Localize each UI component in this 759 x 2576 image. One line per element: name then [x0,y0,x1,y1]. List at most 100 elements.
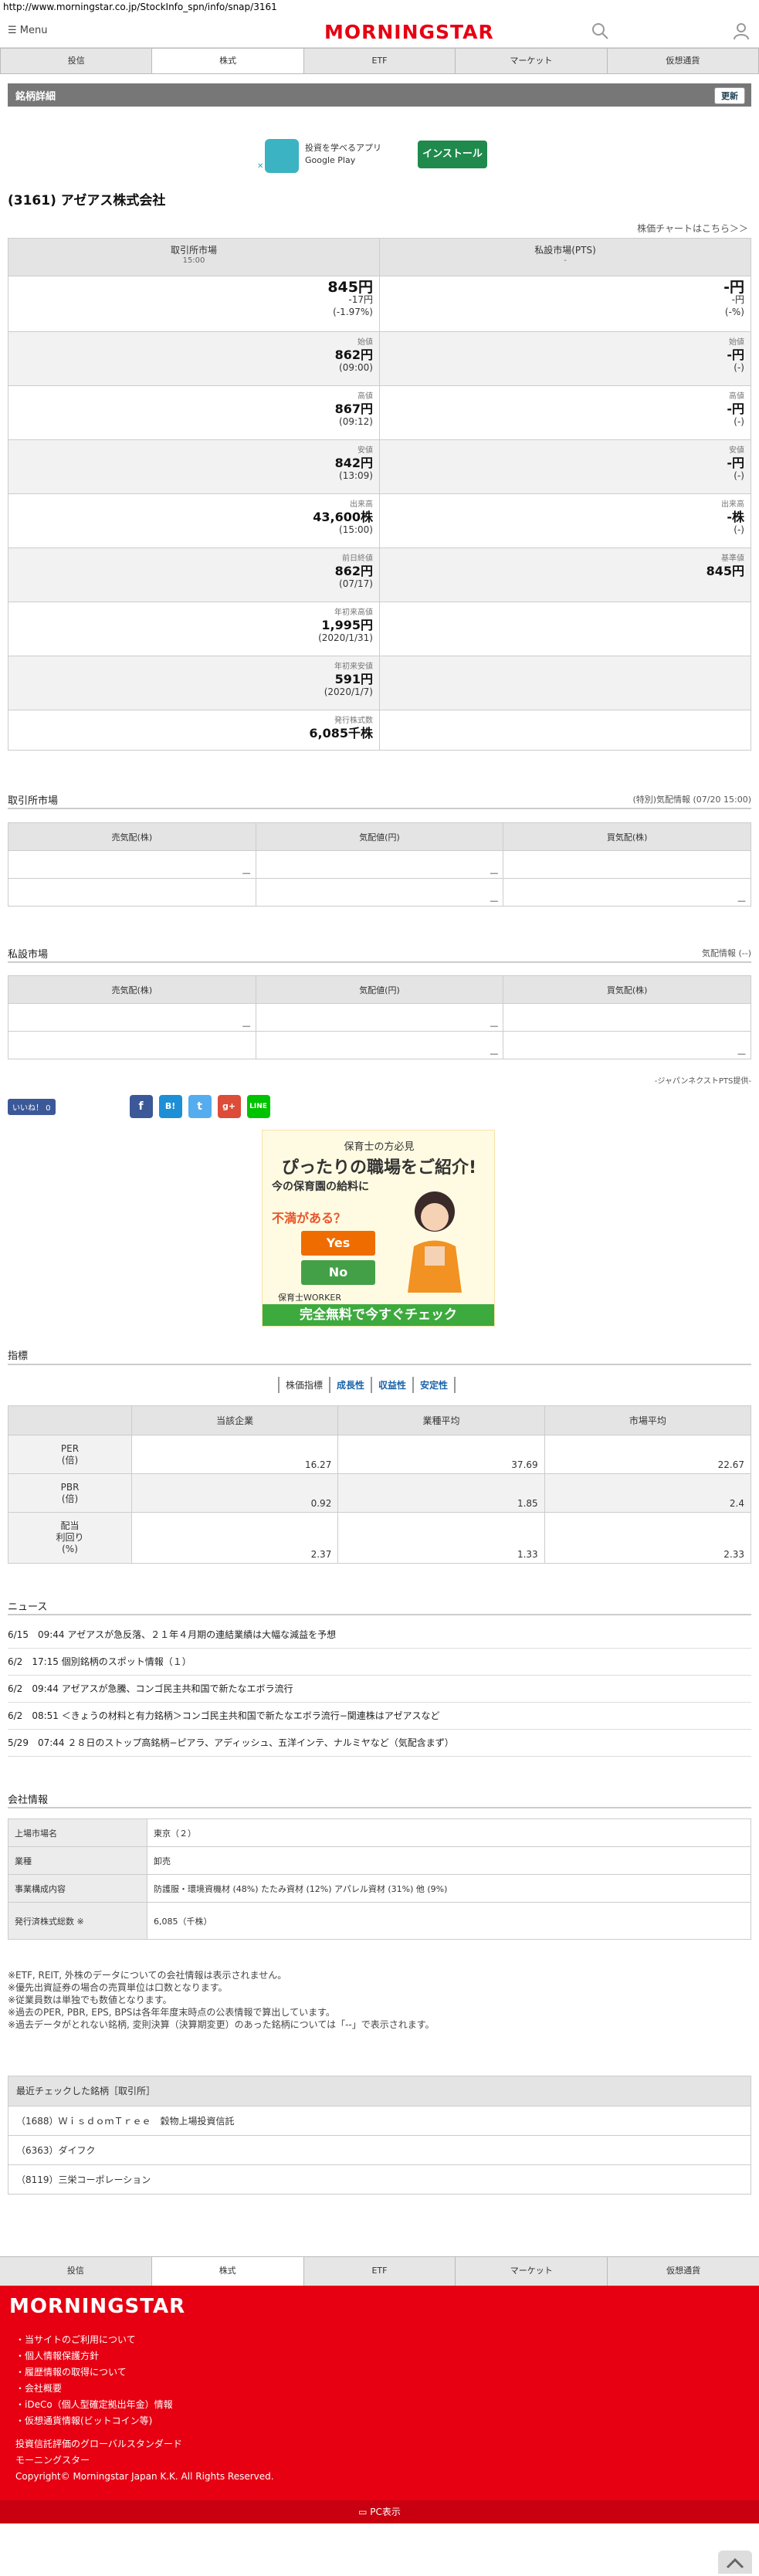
ad-question2: 不満がある？ [272,1211,347,1225]
footer-link[interactable]: ・仮想通貨情報(ビットコイン等) [15,2413,173,2429]
like-button[interactable]: いいね！ 0 [8,1098,56,1115]
pts-header: 私設市場(PTS) - [534,245,596,265]
quote-row: 高値 867円 (09:12) 高値 -円 (-) [8,385,751,439]
company-table: 上場市場名 東京（２） 業種 卸売 事業構成内容 防護服・環境資機材 (48%) たた… [8,1818,751,1940]
scroll-top-button[interactable] [718,2551,752,2574]
col-price: 気配値(円) [255,822,504,851]
quote-cell: 年初来高値 1,995円 (2020/1/31) [8,602,380,656]
recent-item[interactable]: （6363）ダイフク [8,2135,751,2164]
tab-stocks[interactable]: 株式 [152,49,304,73]
board-cell: — [8,1003,256,1032]
illustration-icon [408,1191,462,1293]
section-header: 銘柄詳細 更新 [8,83,751,107]
tab-etf[interactable]: ETF [303,49,456,73]
news-item[interactable]: 6/15 09:44 アゼアスが急反落、２１年４月期の連結業績は大幅な減益を予想 [8,1622,751,1649]
quote-row: 年初来安値 591円 (2020/1/7) [8,656,751,710]
googleplus-icon[interactable]: g+ [217,1095,241,1118]
news-item[interactable]: 6/2 08:51 ＜きょうの材料と有力銘柄＞コンゴ民主共和国で新たなエボラ流行… [8,1703,751,1730]
quote-cell: 高値 867円 (09:12) [8,386,380,439]
ad-close-icon[interactable]: ✕ [257,162,263,171]
ad-no-button[interactable]: No [301,1260,375,1285]
divider [8,961,751,963]
install-button[interactable]: インストール [418,141,487,168]
hatena-icon[interactable]: B! [158,1095,182,1118]
quote-row: 出来高 43,600株 (15:00) 出来高 -株 (-) [8,493,751,547]
tab-etf[interactable]: ETF [303,2257,456,2286]
recent-item[interactable]: （1688）ＷｉｓｄｏｍＴｒｅｅ 穀物上場投資信託 [8,2106,751,2135]
quote-cell: 発行株式数 6,085千株 [8,710,380,750]
col-bid: 買気配(株) [503,822,751,851]
quote-row: 始値 862円 (09:00) 始値 -円 (-) [8,331,751,385]
ad-brand: 保育士WORKER [278,1293,341,1303]
pc-view-button[interactable]: ▭ PC表示 [0,2500,759,2523]
tab-market[interactable]: マーケット [456,2257,608,2286]
col-industry: 業種平均 [337,1405,545,1435]
quote-table: 取引所市場 15:00 私設市場(PTS) - 845円 -17円 (-1.97%) -… [8,238,751,751]
news-item[interactable]: 6/2 09:44 アゼアスが急騰、コンゴ民主共和国で新たなエボラ流行 [8,1676,751,1703]
quote-cell: 年初来安値 591円 (2020/1/7) [8,656,380,710]
copyright: Copyright© Morningstar Japan K.K. All Ri… [15,2471,274,2482]
ad-yes-button[interactable]: Yes [301,1231,375,1256]
board-pts-table: 売気配(株) 気配値(円) 買気配(株) — — — — [8,975,751,1059]
quote-cell: 出来高 43,600株 (15:00) [8,494,380,547]
pts-footnote: -ジャパンネクストPTS提供- [654,1077,751,1086]
tab-funds[interactable]: 投信 [0,2257,152,2286]
quote-row: 年初来高値 1,995円 (2020/1/31) [8,602,751,656]
news-item[interactable]: 5/29 07:44 ２８日のストップ高銘柄−ピアラ、アディッシュ、五洋インテ、… [8,1730,751,1757]
tab-market[interactable]: マーケット [456,49,608,73]
indicator-tabs: 株価指標 成長性 収益性 安定性 [278,1377,456,1393]
section-title: 銘柄詳細 [15,91,56,103]
facebook-icon[interactable]: f [129,1095,153,1118]
footer-logo[interactable]: MORNINGSTAR [9,2295,185,2318]
col-company: 当該企業 [130,1405,339,1435]
hamburger-icon: ☰ [8,25,17,36]
divider [8,1364,751,1365]
indicators-title: 指標 [8,1351,29,1362]
footer-link[interactable]: ・会社概要 [15,2381,173,2397]
recent-item[interactable]: （8119）三栄コーポレーション [8,2164,751,2194]
pts-cell [380,656,751,710]
ad-cta[interactable]: 完全無料で今すぐチェック [263,1304,494,1326]
footer-tagline: 投資信託評価のグローバルスタンダード [15,2439,182,2449]
footer-link[interactable]: ・個人情報保護方針 [15,2348,173,2364]
tab-valuation[interactable]: 株価指標 [278,1377,329,1393]
quote-cell: 安値 842円 (13:09) [8,440,380,493]
board-pts-note: 気配情報 (--) [701,948,751,958]
chart-link[interactable]: 株価チャートはこちら＞＞ [637,222,748,235]
footer-link[interactable]: ・当サイトのご利用について [15,2332,173,2348]
address-bar[interactable]: http://www.morningstar.co.jp/StockInfo_s… [0,0,759,14]
app-banner[interactable]: ✕ 投資を学べるアプリ Google Play インストール [257,139,489,175]
tab-growth[interactable]: 成長性 [329,1377,371,1393]
board-cell: — [255,850,504,879]
site-header: ☰ Menu MORNINGSTAR [0,14,759,48]
user-icon[interactable] [732,22,751,40]
chevron-up-icon [726,2557,744,2569]
board-cell: — [255,1003,504,1032]
monitor-icon: ▭ [358,2507,371,2517]
nav-tabs: 投信 株式 ETF マーケット 仮想通貨 [0,48,759,74]
footer-link[interactable]: ・履歴情報の取得について [15,2364,173,2381]
tab-funds[interactable]: 投信 [1,49,153,73]
ad-banner[interactable]: 保育士の方必見 ぴったりの職場をご紹介! 今の保育園の給料に 不満がある？ Ye… [262,1130,495,1327]
tab-crypto[interactable]: 仮想通貨 [608,2257,759,2286]
tab-profitability[interactable]: 収益性 [371,1377,412,1393]
footer-link[interactable]: ・iDeCo（個人型確定拠出年金）情報 [15,2397,173,2413]
tab-stocks[interactable]: 株式 [151,2257,304,2286]
footer: MORNINGSTAR ・当サイトのご利用について ・個人情報保護方針 ・履歴情… [0,2286,759,2500]
board-cell: — [503,878,751,907]
menu-button[interactable]: ☰ Menu [8,25,48,36]
board-cell: — [503,1031,751,1059]
morningstar-logo[interactable]: MORNINGSTAR [324,21,494,43]
twitter-icon[interactable]: t [188,1095,212,1118]
tab-crypto[interactable]: 仮想通貨 [607,49,759,73]
tab-stability[interactable]: 安定性 [412,1377,456,1393]
ad-top: 保育士の方必見 [344,1141,415,1153]
news-item[interactable]: 6/2 17:15 個別銘柄のスポット情報（１） [8,1649,751,1676]
search-icon[interactable] [591,22,609,40]
pts-cell: 安値 -円 (-) [727,446,744,481]
line-icon[interactable]: LINE [246,1095,270,1118]
col-price: 気配値(円) [255,975,504,1004]
quote-row: 発行株式数 6,085千株 [8,710,751,750]
update-button[interactable]: 更新 [714,87,745,104]
menu-label: Menu [19,25,48,36]
